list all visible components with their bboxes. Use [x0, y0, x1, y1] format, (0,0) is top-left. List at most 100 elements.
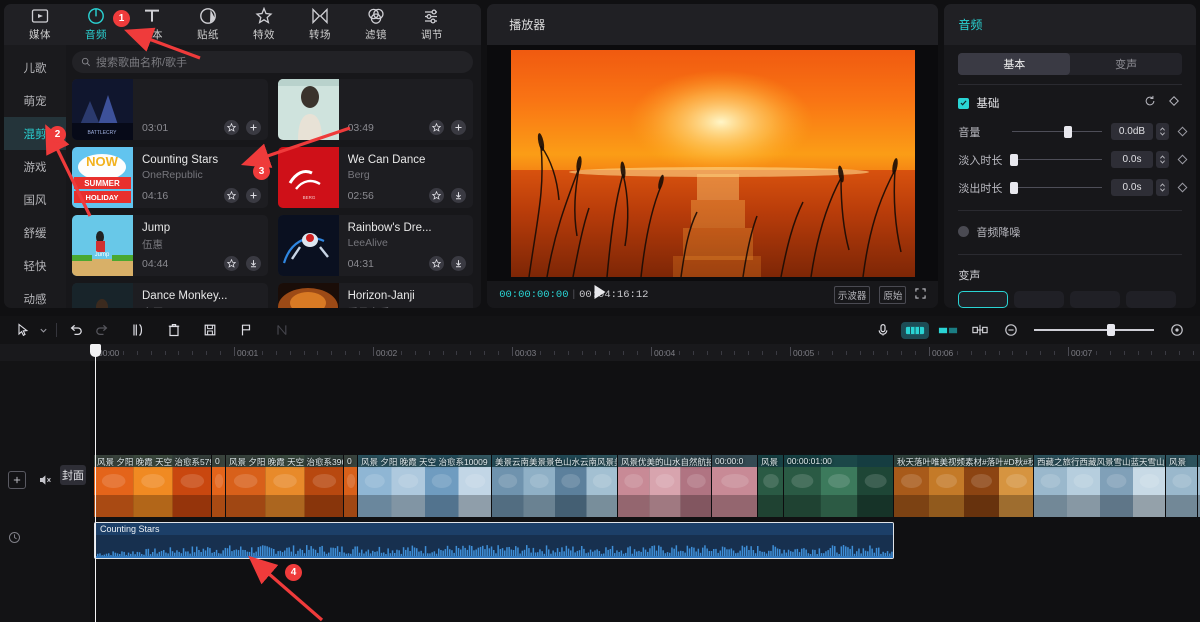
add-to-timeline-button[interactable]	[246, 120, 261, 135]
search-input[interactable]: 搜索歌曲名称/歌手	[72, 51, 473, 73]
tab-media[interactable]: 媒体	[12, 5, 68, 44]
favorite-button[interactable]	[429, 256, 444, 271]
category-item[interactable]: 儿歌	[4, 51, 66, 84]
link-button[interactable]	[967, 317, 993, 343]
scope-button[interactable]: 示波器	[834, 286, 871, 304]
category-item[interactable]: 轻快	[4, 249, 66, 282]
freeze-frame-button[interactable]	[197, 317, 223, 343]
favorite-button[interactable]	[224, 120, 239, 135]
keyframe-toggle[interactable]	[1178, 155, 1188, 165]
basic-checkbox[interactable]	[958, 98, 969, 109]
zoom-slider-knob[interactable]	[1107, 324, 1115, 336]
video-clip[interactable]: 00:00:0	[712, 455, 758, 517]
tab-adjust[interactable]: 调节	[404, 5, 460, 44]
audio-track-indicator[interactable]	[8, 531, 21, 549]
main-track-button[interactable]	[901, 322, 929, 339]
zoom-out-button[interactable]	[998, 317, 1024, 343]
voice-chip[interactable]	[1126, 291, 1176, 308]
tab-text[interactable]: 文本	[124, 5, 180, 44]
tab-filter[interactable]: 滤镜	[348, 5, 404, 44]
keyframe-toggle[interactable]	[1178, 183, 1188, 193]
tool-dropdown-button[interactable]	[36, 317, 50, 343]
property-stepper[interactable]	[1156, 151, 1169, 168]
record-voiceover-button[interactable]	[870, 317, 896, 343]
video-clip[interactable]: 风景 夕阳 晚霞 天空 治愈系579	[94, 455, 212, 517]
video-clip[interactable]: 秋天落叶唯美视频素材#落叶#D秋#秋	[894, 455, 1034, 517]
property-value[interactable]: 0.0dB	[1111, 123, 1153, 140]
video-track[interactable]: 风景 夕阳 晚霞 天空 治愈系5790风景 夕阳 晚霞 天空 治愈系3960风景…	[94, 455, 1200, 517]
slider-knob[interactable]	[1064, 126, 1072, 138]
playhead-knob[interactable]	[90, 344, 101, 357]
property-value[interactable]: 0.0s	[1111, 151, 1153, 168]
add-track-button[interactable]	[8, 471, 26, 489]
video-clip[interactable]: 风景 夕阳 晚霞 天空 治愈系396	[226, 455, 344, 517]
property-slider[interactable]	[1012, 154, 1102, 166]
music-card[interactable]: Rainbow's Dre...LeeAlive04:31	[278, 215, 474, 276]
property-slider[interactable]	[1012, 126, 1102, 138]
fullscreen-button[interactable]	[915, 286, 926, 304]
reset-button[interactable]	[1144, 94, 1156, 112]
music-card[interactable]: JANJIHORIZONHorizon-Janji看见音乐	[278, 283, 474, 308]
zoom-in-button[interactable]	[1164, 317, 1190, 343]
redo-button[interactable]	[89, 317, 115, 343]
voice-chip[interactable]	[1070, 291, 1120, 308]
track-ratio-button[interactable]	[934, 322, 962, 339]
add-to-timeline-button[interactable]	[246, 188, 261, 203]
favorite-button[interactable]	[429, 120, 444, 135]
properties-tab[interactable]: 变声	[1070, 53, 1182, 75]
video-clip[interactable]: 0	[212, 455, 226, 517]
property-value[interactable]: 0.0s	[1111, 179, 1153, 196]
voice-chip[interactable]	[1014, 291, 1064, 308]
mirror-button[interactable]	[269, 317, 295, 343]
mute-track-button[interactable]	[38, 473, 52, 492]
favorite-button[interactable]	[429, 188, 444, 203]
zoom-slider[interactable]	[1034, 324, 1154, 336]
video-clip[interactable]: 风景 夕阳 晚霞 天空 治愈系10009	[358, 455, 492, 517]
music-card[interactable]: SUMMERHOLIDAYNOWCounting StarsOneRepubli…	[72, 147, 268, 208]
tab-effects[interactable]: 特效	[236, 5, 292, 44]
favorite-button[interactable]	[224, 188, 239, 203]
undo-button[interactable]	[63, 317, 89, 343]
music-card[interactable]: JumpJump伍惠04:44	[72, 215, 268, 276]
playhead[interactable]	[95, 344, 96, 622]
select-tool-button[interactable]	[10, 317, 36, 343]
music-card[interactable]: 03:49	[278, 79, 474, 140]
timeline-canvas[interactable]: 封面 风景 夕阳 晚霞 天空 治愈系5790风景 夕阳 晚霞 天空 治愈系396…	[0, 361, 1200, 622]
original-button[interactable]: 原始	[879, 286, 906, 304]
category-item[interactable]: 国风	[4, 183, 66, 216]
slider-knob[interactable]	[1010, 154, 1018, 166]
add-to-timeline-button[interactable]	[451, 188, 466, 203]
video-clip[interactable]: 美景云南美景景色山水云南风景美女	[492, 455, 618, 517]
video-clip[interactable]: 风景	[1166, 455, 1198, 517]
category-item[interactable]: 舒缓	[4, 216, 66, 249]
category-item[interactable]: 动感	[4, 282, 66, 308]
slider-knob[interactable]	[1010, 182, 1018, 194]
marker-button[interactable]	[233, 317, 259, 343]
delete-button[interactable]	[161, 317, 187, 343]
split-button[interactable]	[125, 317, 151, 343]
music-card[interactable]: BATTLECRY03:01	[72, 79, 268, 140]
video-clip[interactable]: 西藏之旅行西藏风景雪山蓝天雪山风	[1034, 455, 1166, 517]
video-clip[interactable]: 0	[344, 455, 358, 517]
tab-transition[interactable]: 转场	[292, 5, 348, 44]
category-item[interactable]: 游戏	[4, 150, 66, 183]
keyframe-button[interactable]	[1168, 94, 1180, 112]
property-slider[interactable]	[1012, 182, 1102, 194]
properties-tab[interactable]: 基本	[958, 53, 1070, 75]
denoise-row[interactable]: 音频降噪	[954, 219, 1186, 244]
property-stepper[interactable]	[1156, 123, 1169, 140]
music-card[interactable]: Dance Monkey...南辰Music	[72, 283, 268, 308]
video-preview[interactable]	[511, 50, 915, 277]
timeline-ruler[interactable]: 00:0000:0100:0200:0300:0400:0500:0600:07…	[0, 344, 1200, 361]
cover-button[interactable]: 封面	[60, 465, 86, 485]
video-clip[interactable]: 风景优美的山水自然航拍	[618, 455, 712, 517]
music-card[interactable]: BERGWe Can DanceBerg02:56	[278, 147, 474, 208]
keyframe-toggle[interactable]	[1178, 127, 1188, 137]
add-to-timeline-button[interactable]	[246, 256, 261, 271]
audio-clip[interactable]: Counting Stars	[94, 522, 894, 559]
video-clip[interactable]: 00:00:01:00	[784, 455, 894, 517]
category-item[interactable]: 萌宠	[4, 84, 66, 117]
play-button[interactable]	[594, 285, 607, 304]
favorite-button[interactable]	[224, 256, 239, 271]
voice-chip[interactable]	[958, 291, 1008, 308]
